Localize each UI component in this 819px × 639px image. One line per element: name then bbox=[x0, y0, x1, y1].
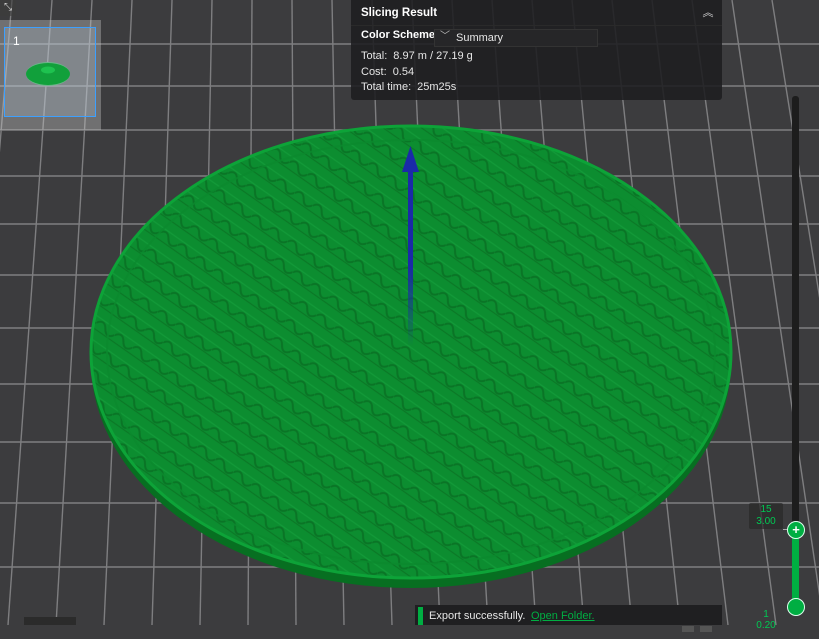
top-layer-number: 15 bbox=[760, 504, 772, 515]
notification-accent-bar bbox=[418, 607, 423, 625]
total-value: 8.97 m / 27.19 g bbox=[393, 50, 473, 62]
divider bbox=[351, 25, 722, 26]
color-scheme-select[interactable]: ﹀ Summary bbox=[434, 29, 598, 47]
plate-thumbnail-model-overlay bbox=[26, 63, 70, 85]
notification-actions bbox=[676, 619, 716, 632]
color-scheme-label: Color Scheme bbox=[361, 29, 435, 41]
bottom-toolbar-stub bbox=[24, 617, 76, 625]
chevron-down-icon: ﹀ bbox=[440, 31, 450, 42]
time-value: 25m25s bbox=[417, 81, 457, 93]
notification-message: Export successfully. bbox=[429, 610, 526, 622]
chevron-up-double-icon[interactable]: ︽ bbox=[700, 5, 716, 21]
cost-value: 0.54 bbox=[392, 66, 415, 78]
bottom-layer-height: 0.20 bbox=[756, 620, 776, 631]
total-row: Total: 8.97 m / 27.19 g bbox=[361, 50, 473, 62]
notification-close-icon[interactable] bbox=[700, 626, 712, 632]
time-row: Total time: 25m25s bbox=[361, 81, 456, 93]
color-scheme-value: Summary bbox=[456, 32, 504, 44]
time-label: Total time: bbox=[361, 81, 412, 93]
bottom-layer-handle[interactable] bbox=[787, 598, 805, 616]
plus-icon[interactable]: + bbox=[787, 521, 805, 539]
notification-action-icon[interactable] bbox=[682, 626, 694, 632]
top-layer-height: 3.00 bbox=[756, 516, 776, 527]
export-notification: Export successfully. Open Folder. bbox=[415, 605, 722, 632]
open-folder-link[interactable]: Open Folder. bbox=[531, 606, 595, 626]
panel-title: Slicing Result bbox=[361, 7, 438, 19]
total-label: Total: bbox=[361, 50, 388, 62]
cost-label: Cost: bbox=[361, 66, 387, 78]
cost-row: Cost: 0.54 bbox=[361, 66, 414, 78]
slicing-result-panel: Slicing Result ︽ Color Scheme ﹀ Summary … bbox=[351, 0, 722, 100]
